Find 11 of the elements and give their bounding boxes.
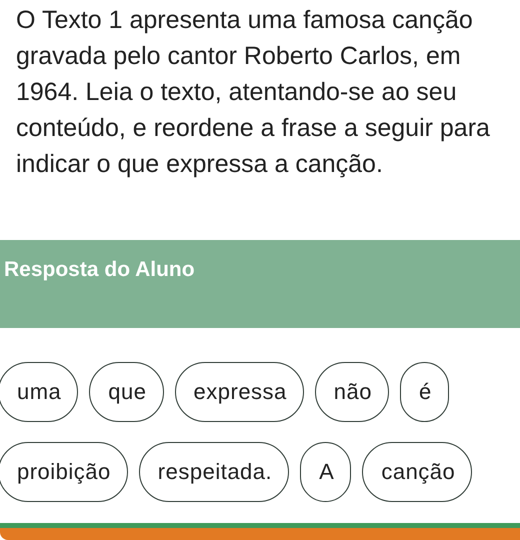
answer-header-title: Resposta do Aluno	[4, 258, 195, 282]
question-text: O Texto 1 apresenta uma famosa canção gravada pelo cantor Roberto Carlos, em 1964. Leia o texto, atentando-se ao seu conteúdo, e reordene a frase a seguir para indicar o que expressa a canção.	[15, 5, 491, 180]
word-chip[interactable]: A	[300, 442, 352, 502]
word-chip[interactable]: respeitada.	[138, 442, 290, 502]
word-chip[interactable]: que	[89, 362, 164, 422]
word-chip[interactable]: uma	[0, 362, 78, 422]
word-chip[interactable]: não	[314, 362, 390, 422]
word-chip[interactable]: proibição	[0, 442, 128, 502]
word-chip[interactable]: expressa	[174, 362, 304, 422]
word-chip[interactable]: é	[400, 362, 449, 422]
word-chip[interactable]: canção	[362, 442, 472, 502]
